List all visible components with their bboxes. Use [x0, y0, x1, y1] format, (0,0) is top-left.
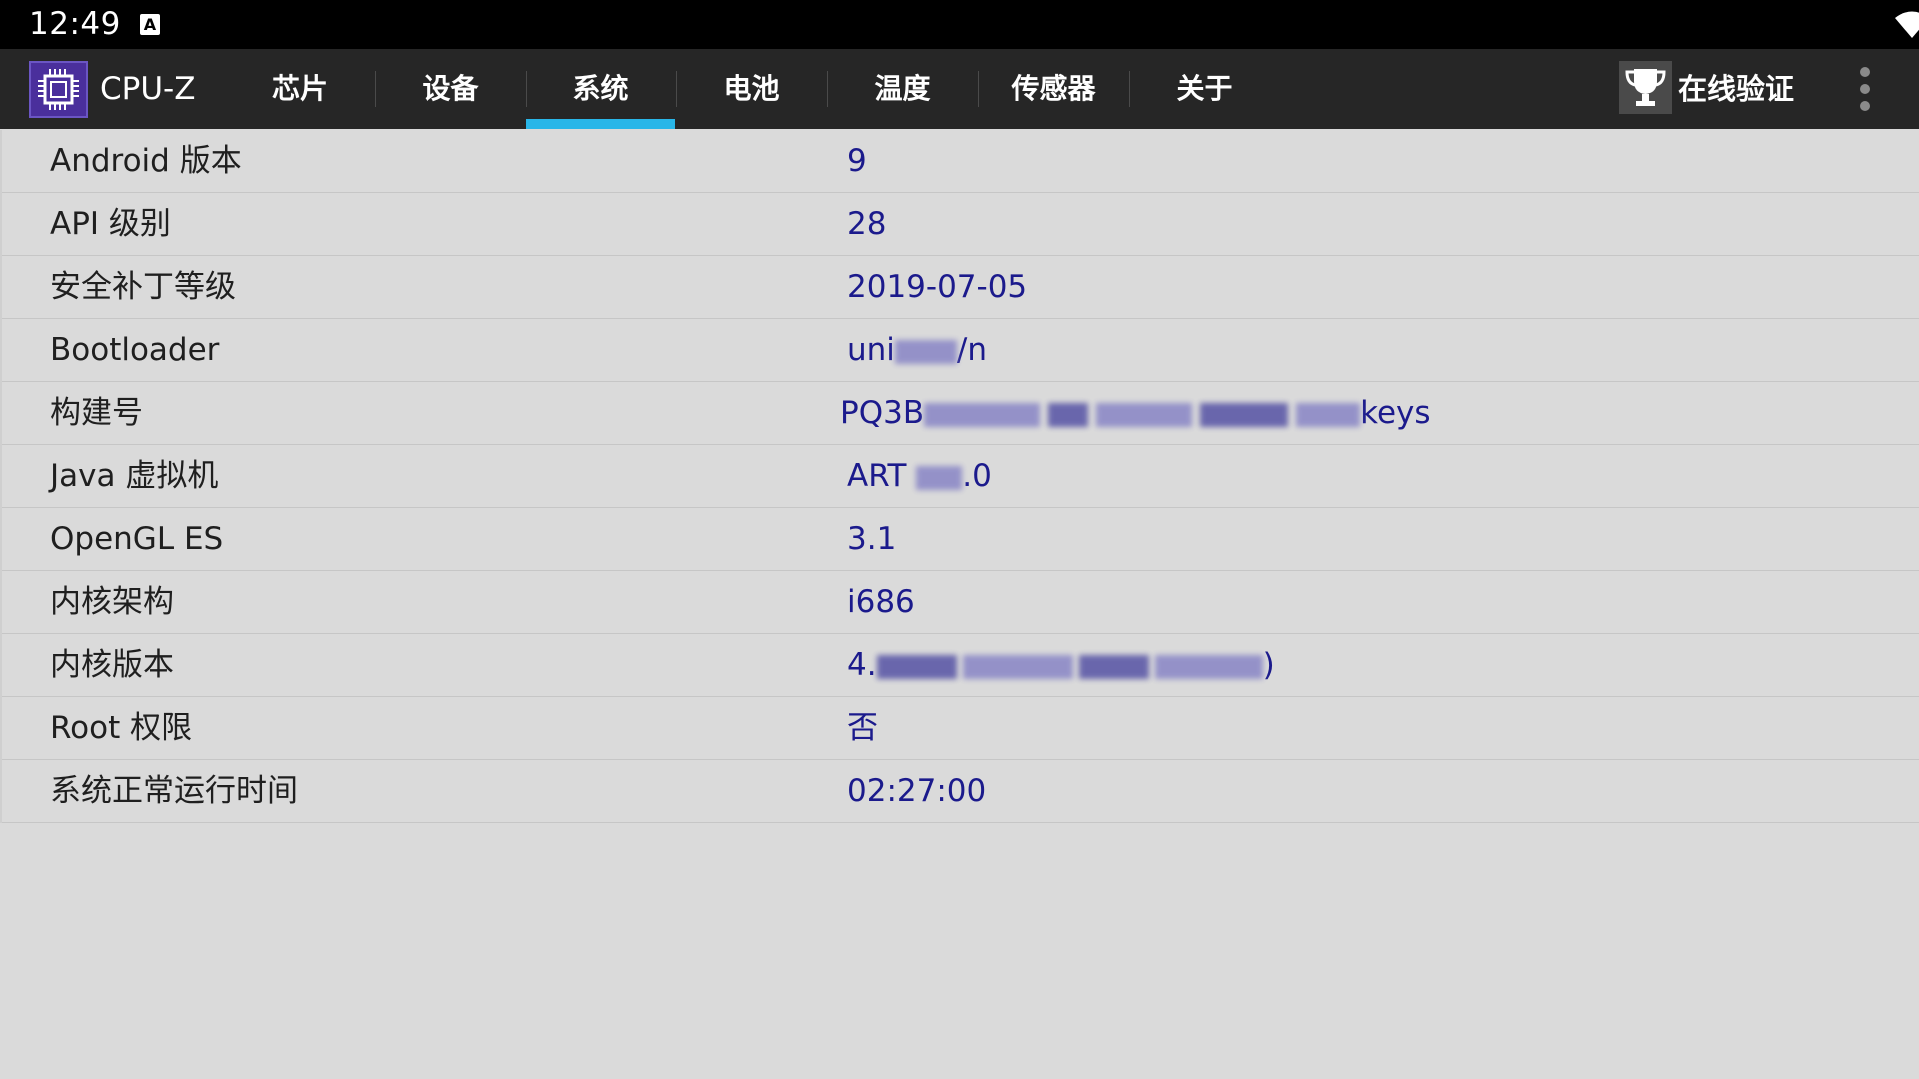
tab-system[interactable]: 系统	[526, 49, 675, 129]
more-vertical-icon[interactable]	[1853, 67, 1877, 111]
row-label: OpenGL ES	[50, 521, 224, 557]
table-row: Bootloader uni/n	[2, 319, 1919, 382]
row-value: 3.1	[847, 521, 897, 557]
table-row: API 级别 28	[2, 193, 1919, 256]
tab-label: 关于	[1176, 72, 1233, 105]
value-visible-start: 4.	[847, 647, 877, 683]
row-label: Bootloader	[50, 332, 220, 368]
row-label: 构建号	[50, 395, 143, 431]
tab-device[interactable]: 设备	[375, 49, 526, 129]
app-title: CPU-Z	[100, 71, 196, 107]
redaction-blur	[962, 654, 1073, 679]
redaction-blur	[924, 402, 1041, 427]
table-row: 内核架构 i686	[2, 571, 1919, 634]
app-bar: CPU-Z 芯片 设备 系统 电池 温度 传感器 关于 在线验证	[0, 49, 1919, 129]
row-label: 系统正常运行时间	[50, 773, 298, 809]
row-label: 安全补丁等级	[50, 269, 236, 305]
redaction-blur	[876, 654, 957, 679]
value-visible-end: .0	[962, 458, 992, 494]
redaction-blur	[1078, 654, 1149, 679]
tab-label: 设备	[422, 72, 479, 105]
value-visible-start: PQ3B	[840, 395, 925, 431]
table-row: Java 虚拟机 ART .0	[2, 445, 1919, 508]
tab-label: 系统	[572, 72, 629, 105]
value-visible-end: )	[1262, 647, 1275, 683]
row-label: 内核版本	[50, 647, 174, 683]
a-icon: A	[140, 14, 160, 35]
wifi-icon	[1895, 11, 1919, 43]
tab-label: 传感器	[1011, 72, 1096, 105]
tab-label: 电池	[723, 72, 780, 105]
value-visible-end: /n	[956, 332, 988, 368]
value-visible-start: ART	[847, 458, 917, 494]
value-visible-end: keys	[1360, 395, 1431, 431]
tab-thermal[interactable]: 温度	[827, 49, 978, 129]
row-value-redacted: 4.)	[847, 634, 1275, 696]
tab-chip[interactable]: 芯片	[225, 49, 375, 129]
redaction-blur	[916, 465, 963, 490]
row-value: 2019-07-05	[847, 269, 1028, 305]
row-value-redacted: PQ3B keys	[840, 382, 1431, 444]
row-value: 28	[847, 206, 887, 242]
redaction-blur	[1154, 654, 1263, 679]
tab-label: 温度	[874, 72, 931, 105]
trophy-icon	[1619, 61, 1672, 114]
online-validation-label: 在线验证	[1678, 72, 1795, 106]
row-value-redacted: ART .0	[847, 445, 992, 507]
redaction-blur	[1048, 402, 1089, 427]
tab-label: 芯片	[271, 72, 328, 105]
system-info-table: Android 版本 9 API 级别 28 安全补丁等级 2019-07-05…	[0, 130, 1919, 823]
row-label: Root 权限	[50, 710, 193, 746]
value-visible-start: uni	[847, 332, 895, 368]
redaction-blur	[1096, 402, 1193, 427]
tab-battery[interactable]: 电池	[676, 49, 827, 129]
row-value: 02:27:00	[847, 773, 987, 809]
tab-sensors[interactable]: 传感器	[978, 49, 1129, 129]
row-label: API 级别	[50, 206, 171, 242]
table-row: 系统正常运行时间 02:27:00	[2, 760, 1919, 823]
table-row: Android 版本 9	[2, 130, 1919, 193]
row-label: Java 虚拟机	[50, 458, 219, 494]
tab-about[interactable]: 关于	[1129, 49, 1280, 129]
table-row: 安全补丁等级 2019-07-05	[2, 256, 1919, 319]
row-value: 否	[847, 710, 878, 746]
redaction-blur	[1200, 402, 1289, 427]
row-value-redacted: uni/n	[847, 319, 987, 381]
redaction-blur	[1296, 402, 1361, 427]
row-value: i686	[847, 584, 915, 620]
table-row: OpenGL ES 3.1	[2, 508, 1919, 571]
cpu-chip-icon	[29, 61, 88, 118]
table-row: Root 权限 否	[2, 697, 1919, 760]
row-label: 内核架构	[50, 584, 174, 620]
row-value: 9	[847, 143, 867, 179]
row-label: Android 版本	[50, 143, 242, 179]
status-bar: 12:49 A	[0, 0, 1919, 49]
table-row: 内核版本 4.)	[2, 634, 1919, 697]
selected-tab-indicator	[526, 119, 675, 129]
table-row: 构建号 PQ3B keys	[2, 382, 1919, 445]
status-time: 12:49	[29, 6, 121, 42]
redaction-blur	[894, 339, 957, 364]
